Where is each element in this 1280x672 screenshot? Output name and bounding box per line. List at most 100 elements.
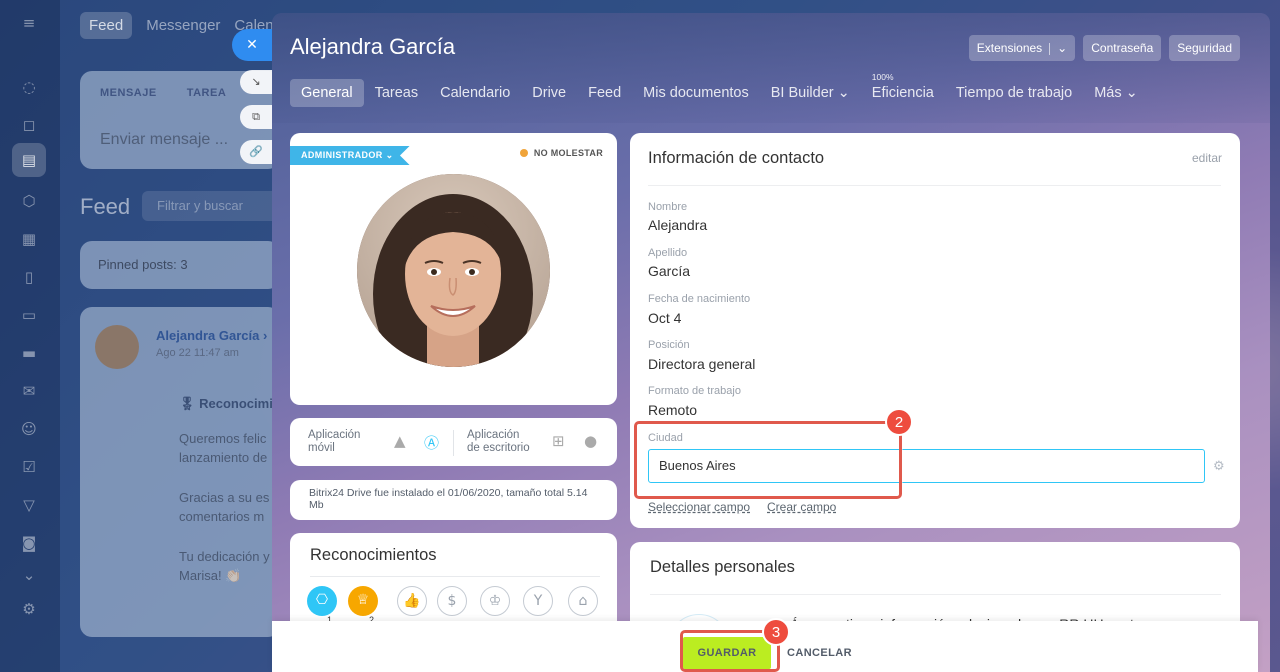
- close-slider-button[interactable]: ✕: [232, 29, 272, 61]
- extensions-button[interactable]: Extensiones ⌄: [968, 35, 1076, 61]
- nav-feed[interactable]: Feed: [80, 12, 133, 39]
- gift-icon[interactable]: ⎔: [307, 586, 337, 616]
- open-new-window-button[interactable]: ⧉: [240, 105, 272, 129]
- apple-icon[interactable]: ●: [584, 432, 597, 450]
- divider: [453, 430, 454, 456]
- card-icon[interactable]: ▬: [20, 344, 38, 362]
- tab-calendar[interactable]: Calendario: [429, 79, 521, 107]
- tab-message[interactable]: MENSAJE: [100, 87, 157, 99]
- tasks-icon[interactable]: ☑: [20, 458, 38, 476]
- tab-tasks[interactable]: Tareas: [364, 79, 430, 107]
- cake-icon[interactable]: ⌂: [568, 586, 598, 616]
- filter-icon[interactable]: ▽: [20, 496, 38, 514]
- thumbs-up-icon[interactable]: 👍: [397, 586, 427, 616]
- page-title: Alejandra García: [290, 34, 456, 59]
- tab-general[interactable]: General: [290, 79, 364, 107]
- select-field-link[interactable]: Seleccionar campo: [648, 500, 750, 514]
- work-format-value: Remoto: [648, 402, 698, 418]
- field-label: Nombre: [648, 201, 688, 213]
- app-sidebar: ≡ ◌ ◻ ▤ ⬡ ▦ ▯ ▭ ▬ ✉ ☺ ☑ ▽ ◙ ⌄ ⚙: [0, 0, 60, 672]
- post-date: Ago 22 11:47 am: [156, 347, 239, 359]
- settings-icon[interactable]: ⚙: [20, 600, 38, 618]
- post-line: comentarios m: [179, 509, 265, 524]
- feed-post: Alejandra García › Ago 22 11:47 am 🎖 Rec…: [80, 307, 280, 637]
- post-line: Queremos felic: [179, 431, 267, 446]
- tab-efficiency[interactable]: 100% Eficiencia: [861, 72, 945, 107]
- board-icon[interactable]: ▭: [20, 306, 38, 324]
- tab-feed[interactable]: Feed: [577, 79, 632, 107]
- field-label: Formato de trabajo: [648, 385, 741, 397]
- create-field-link[interactable]: Crear campo: [767, 500, 836, 514]
- birthdate-value: Oct 4: [648, 310, 682, 326]
- avatar[interactable]: [357, 174, 550, 367]
- profile-card: ADMINISTRADOR ⌄ NO MOLESTAR: [290, 133, 617, 405]
- feed-search-input[interactable]: Filtrar y buscar: [142, 191, 287, 221]
- step-2-marker: 2: [885, 408, 913, 436]
- profile-tabs: General Tareas Calendario Drive Feed Mis…: [290, 72, 1149, 107]
- tab-bi-builder[interactable]: BI Builder ⌄: [760, 79, 861, 107]
- field-label: Posición: [648, 339, 690, 351]
- profile-slider: Alejandra García Extensiones ⌄ Contraseña…: [272, 13, 1270, 672]
- contacts-icon[interactable]: ☺: [20, 420, 38, 438]
- position-value: Directora general: [648, 356, 756, 372]
- app-store-icon[interactable]: Ⓐ: [424, 432, 439, 453]
- avatar-photo: [357, 174, 550, 367]
- role-badge[interactable]: ADMINISTRADOR ⌄: [290, 146, 410, 165]
- nav-messenger[interactable]: Messenger: [146, 17, 220, 34]
- tab-more[interactable]: Más ⌄: [1083, 79, 1149, 107]
- post-author[interactable]: Alejandra García ›: [156, 328, 267, 343]
- cocktail-icon[interactable]: Y: [523, 586, 553, 616]
- windows-icon[interactable]: ⊞: [552, 432, 565, 450]
- avatar[interactable]: [95, 325, 139, 369]
- messenger-icon[interactable]: ◻: [20, 116, 38, 134]
- link-icon: 🔗: [249, 145, 263, 158]
- cancel-button[interactable]: CANCELAR: [787, 637, 852, 669]
- desktop-app-label[interactable]: Aplicación de escritorio: [467, 429, 530, 455]
- post-line: 🎖 Reconocimi: [179, 396, 273, 411]
- tab-drive[interactable]: Drive: [521, 79, 577, 107]
- feed-icon[interactable]: ▤: [12, 143, 46, 177]
- mail-icon[interactable]: ✉: [20, 382, 38, 400]
- contact-title: Información de contacto: [648, 149, 825, 167]
- field-label: Fecha de nacimiento: [648, 293, 751, 305]
- composer-placeholder[interactable]: Enviar mensaje ...: [100, 131, 228, 149]
- document-icon[interactable]: ▯: [20, 268, 38, 286]
- gear-icon[interactable]: ⚙: [1213, 459, 1225, 474]
- close-icon: ✕: [246, 37, 258, 53]
- more-icon[interactable]: ⌄: [20, 566, 38, 584]
- efficiency-percent: 100%: [871, 72, 894, 82]
- first-name-value: Alejandra: [648, 217, 708, 233]
- tab-worktime[interactable]: Tiempo de trabajo: [945, 79, 1083, 107]
- city-highlight: [634, 421, 902, 499]
- post-line: Marisa! 👏🏻: [179, 568, 242, 583]
- header-buttons: Extensiones ⌄ Contraseña Seguridad: [968, 35, 1240, 61]
- hexagon-icon[interactable]: ⬡: [20, 192, 38, 210]
- divider: [648, 185, 1221, 186]
- tab-task[interactable]: TAREA: [187, 87, 227, 99]
- chevron-down-icon: ⌄: [1057, 41, 1068, 55]
- copy-link-button[interactable]: 🔗: [240, 140, 272, 164]
- calendar-icon[interactable]: ▦: [20, 230, 38, 248]
- apps-card: Aplicación móvil ▲ Ⓐ Aplicación de escrito…: [290, 418, 617, 466]
- last-name-value: García: [648, 263, 691, 279]
- pinned-posts[interactable]: Pinned posts: 3: [80, 241, 280, 289]
- personal-title: Detalles personales: [650, 558, 795, 576]
- divider: [650, 594, 1221, 595]
- menu-icon[interactable]: ≡: [20, 14, 38, 32]
- feed-title: Feed: [80, 194, 131, 219]
- status-badge[interactable]: NO MOLESTAR: [519, 148, 603, 158]
- tab-my-documents[interactable]: Mis documentos: [632, 79, 760, 107]
- edit-link[interactable]: editar: [1192, 151, 1222, 165]
- composer-tabs: MENSAJE TAREA: [100, 87, 256, 99]
- password-button[interactable]: Contraseña: [1083, 35, 1162, 61]
- field-label: Apellido: [648, 247, 688, 259]
- android-icon[interactable]: ▲: [394, 432, 406, 450]
- robot-icon[interactable]: ◙: [20, 534, 38, 552]
- chat-icon[interactable]: ◌: [20, 78, 38, 96]
- recognitions-title: Reconocimientos: [310, 546, 437, 564]
- crown-icon[interactable]: ♔: [480, 586, 510, 616]
- security-button[interactable]: Seguridad: [1169, 35, 1240, 61]
- money-icon[interactable]: $: [437, 586, 467, 616]
- mobile-app-label[interactable]: Aplicación móvil: [308, 429, 360, 455]
- trophy-icon[interactable]: ♕: [348, 586, 378, 616]
